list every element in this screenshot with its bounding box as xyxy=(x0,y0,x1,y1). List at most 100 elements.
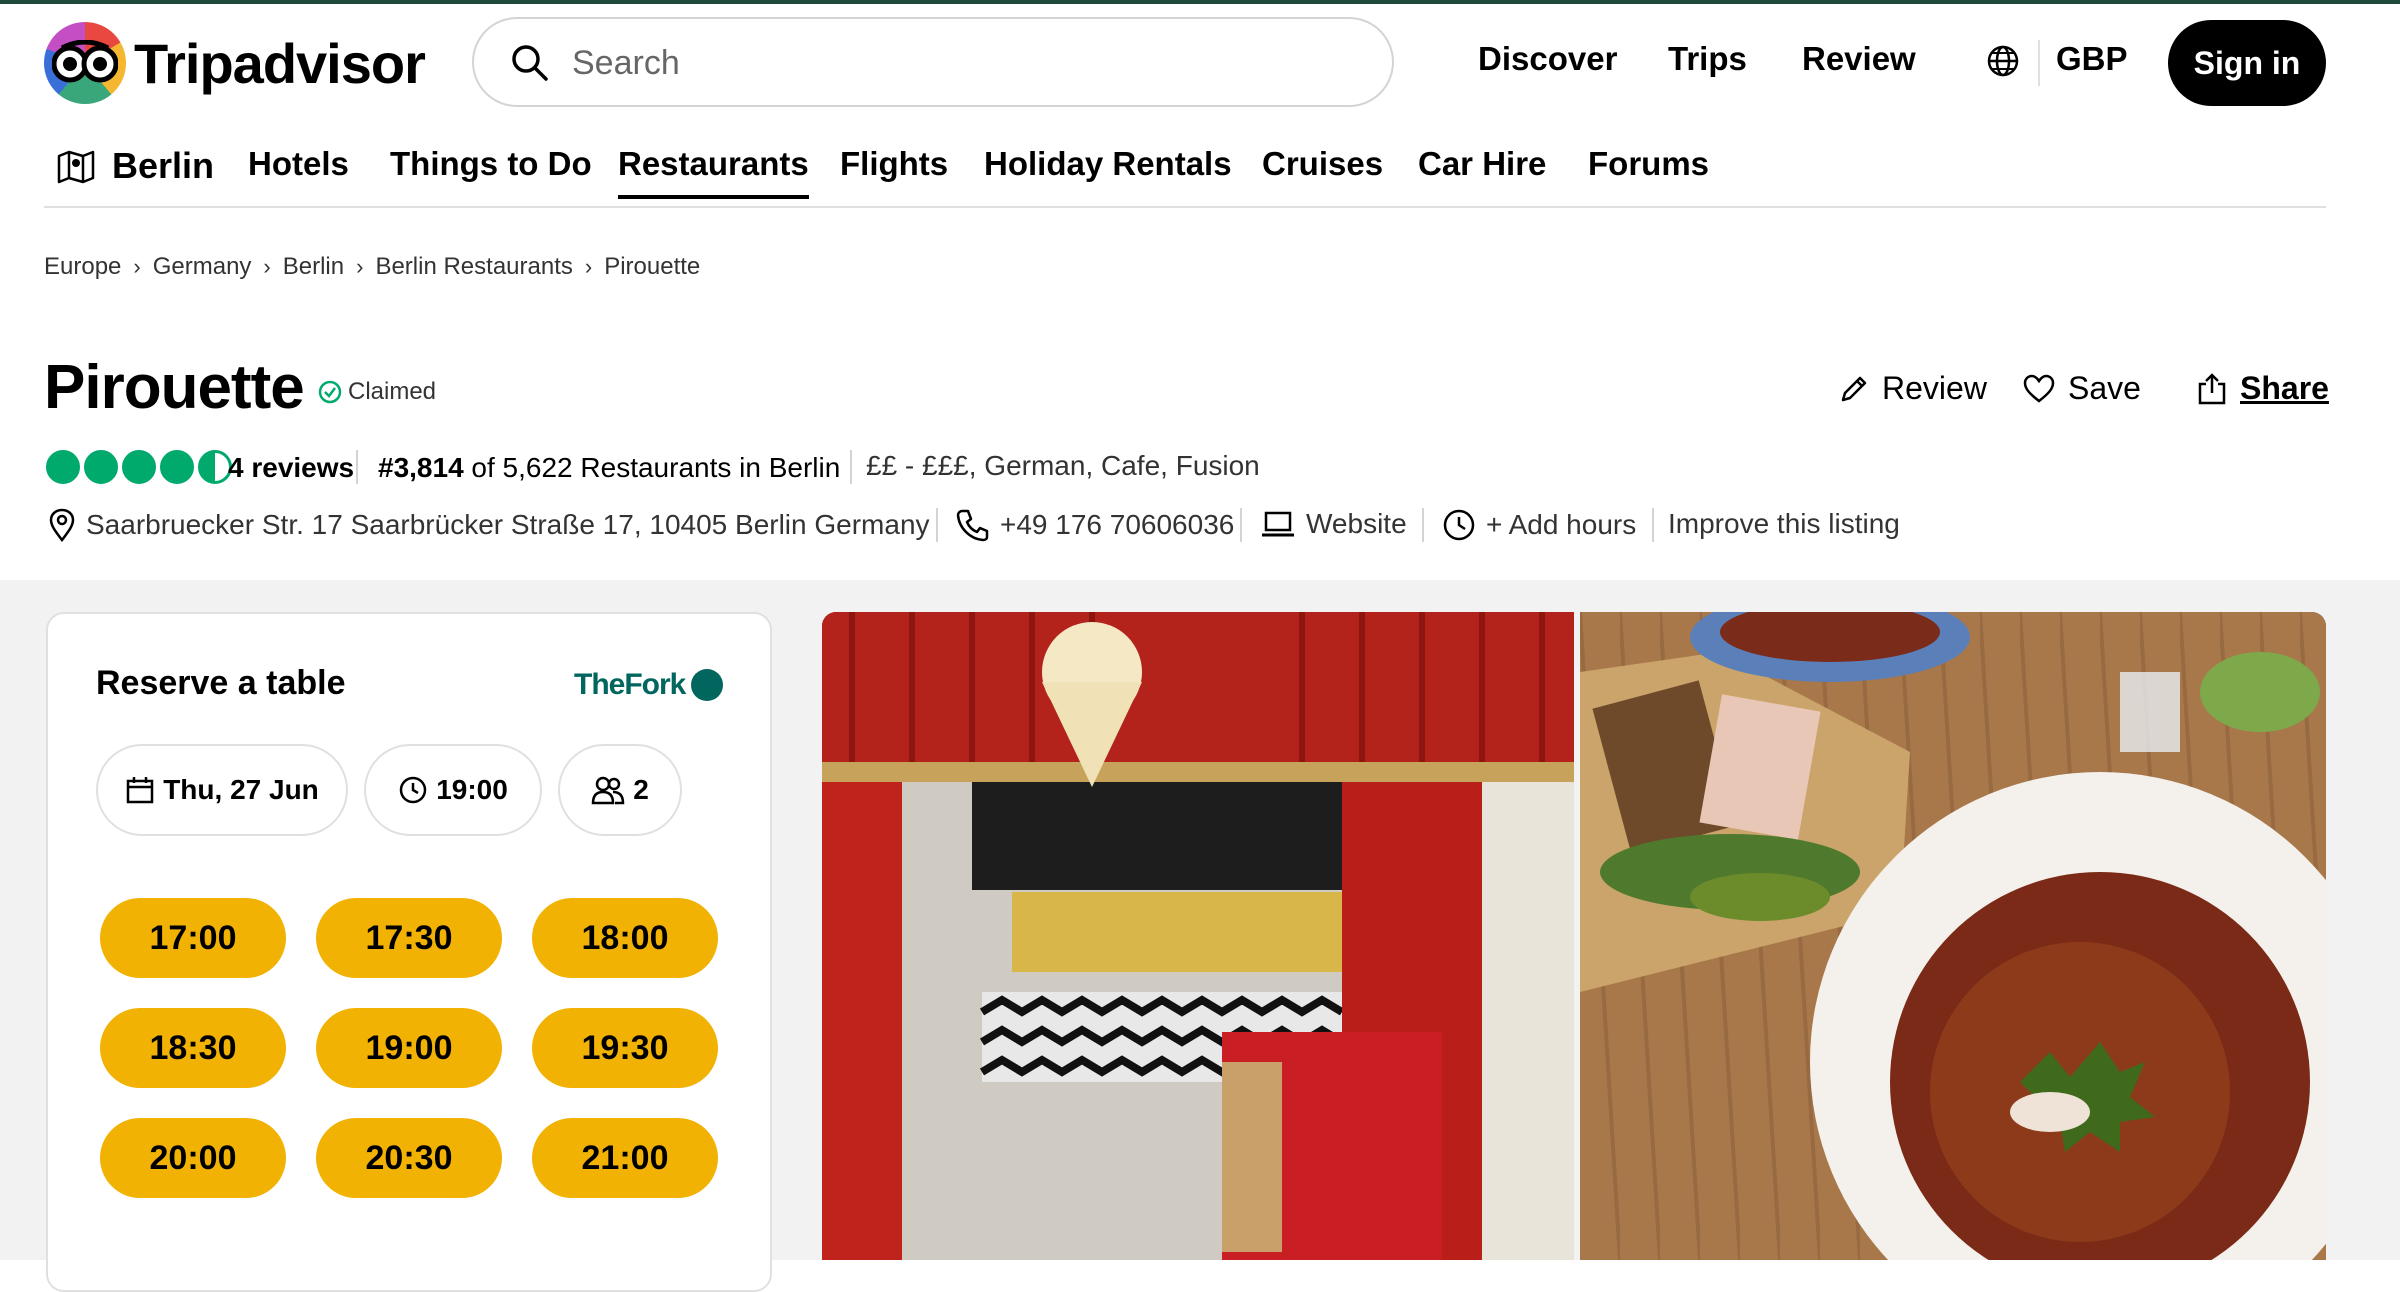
search-bar[interactable] xyxy=(472,17,1394,107)
chevron-right-icon: › xyxy=(356,254,364,279)
time-slot-button[interactable]: 19:00 xyxy=(316,1008,502,1088)
globe-icon[interactable] xyxy=(1986,44,2020,78)
claimed-label: Claimed xyxy=(348,378,437,405)
laptop-icon xyxy=(1262,511,1294,537)
nav-discover[interactable]: Discover xyxy=(1478,40,1617,78)
guests-value: 2 xyxy=(633,774,649,805)
rating-bubble xyxy=(122,450,156,484)
breadcrumb: Europe › Germany › Berlin › Berlin Resta… xyxy=(44,253,700,281)
city-label: Berlin xyxy=(112,145,215,186)
people-icon xyxy=(591,776,625,805)
clock-icon xyxy=(1443,509,1475,541)
add-hours-link[interactable]: + Add hours xyxy=(1442,508,1636,542)
header-divider xyxy=(2038,40,2040,86)
reviews-count[interactable]: 4 reviews xyxy=(228,452,354,484)
reserve-title: Reserve a table xyxy=(96,664,346,702)
search-input[interactable] xyxy=(570,37,1354,89)
secondary-nav-city[interactable]: Berlin xyxy=(56,145,214,187)
nav-car-hire[interactable]: Car Hire xyxy=(1418,145,1546,183)
time-slot-button[interactable]: 20:00 xyxy=(100,1118,286,1198)
nav-flights[interactable]: Flights xyxy=(840,145,948,183)
date-value: Thu, 27 Jun xyxy=(163,774,319,805)
breadcrumb-germany[interactable]: Germany xyxy=(153,253,252,281)
chevron-right-icon: › xyxy=(263,254,271,279)
date-selector[interactable]: Thu, 27 Jun xyxy=(96,744,348,836)
fork-icon xyxy=(691,669,724,701)
rating-bubble-half xyxy=(198,450,232,484)
divider xyxy=(356,450,358,484)
top-accent-line xyxy=(0,0,2400,4)
share-action-label: Share xyxy=(2240,370,2329,406)
time-slot-button[interactable]: 20:30 xyxy=(316,1118,502,1198)
rank-number: #3,814 xyxy=(378,452,464,483)
page-title: Pirouette xyxy=(44,353,305,422)
map-icon xyxy=(57,150,95,184)
claimed-badge: Claimed xyxy=(318,378,436,406)
nav-hotels[interactable]: Hotels xyxy=(248,145,349,183)
nav-cruises[interactable]: Cruises xyxy=(1262,145,1383,183)
website-link[interactable]: Website xyxy=(1260,508,1407,540)
nav-review[interactable]: Review xyxy=(1802,40,1916,78)
breadcrumb-berlin-restaurants[interactable]: Berlin Restaurants xyxy=(375,253,572,281)
owl-logo-icon xyxy=(44,22,126,104)
food-photo[interactable] xyxy=(1580,612,2326,1260)
improve-listing-link[interactable]: Improve this listing xyxy=(1668,508,1900,540)
pencil-icon xyxy=(1841,376,1867,401)
website-text: Website xyxy=(1306,508,1407,539)
ranking[interactable]: #3,814 of 5,622 Restaurants in Berlin xyxy=(378,452,840,484)
search-icon xyxy=(512,45,548,81)
thefork-logo: TheFork xyxy=(574,668,724,702)
heart-icon xyxy=(2023,374,2055,403)
nav-restaurants[interactable]: Restaurants xyxy=(618,145,809,199)
phone-icon xyxy=(956,509,989,542)
share-icon xyxy=(2198,372,2226,404)
divider xyxy=(1422,508,1424,542)
address-text: Saarbruecker Str. 17 Saarbrücker Straße … xyxy=(86,509,930,540)
time-slot-button[interactable]: 18:30 xyxy=(100,1008,286,1088)
share-action[interactable]: Share xyxy=(2196,370,2329,407)
chevron-right-icon: › xyxy=(133,254,141,279)
time-slot-button[interactable]: 17:30 xyxy=(316,898,502,978)
cuisine-info: ££ - £££, German, Cafe, Fusion xyxy=(866,450,1260,481)
review-action[interactable]: Review xyxy=(1838,370,1987,407)
rating-bubble xyxy=(46,450,80,484)
brand-name: Tripadvisor xyxy=(134,31,426,95)
phone-link[interactable]: +49 176 70606036 xyxy=(956,508,1234,542)
reserve-table-card: Reserve a table TheFork Thu, 27 Jun 19:0… xyxy=(46,612,772,1292)
address-link[interactable]: Saarbruecker Str. 17 Saarbrücker Straße … xyxy=(48,508,930,542)
time-slot-button[interactable]: 17:00 xyxy=(100,898,286,978)
guests-selector[interactable]: 2 xyxy=(558,744,682,836)
phone-text: +49 176 70606036 xyxy=(1000,509,1235,540)
tripadvisor-logo[interactable]: Tripadvisor xyxy=(44,22,426,104)
save-action-label: Save xyxy=(2068,370,2141,406)
location-pin-icon xyxy=(49,508,75,542)
time-selector[interactable]: 19:00 xyxy=(364,744,542,836)
save-action[interactable]: Save xyxy=(2022,370,2141,407)
divider xyxy=(936,508,938,542)
time-slot-button[interactable]: 19:30 xyxy=(532,1008,718,1088)
breadcrumb-current: Pirouette xyxy=(604,253,701,280)
check-badge-icon xyxy=(318,380,342,404)
nav-trips[interactable]: Trips xyxy=(1668,40,1747,78)
nav-divider xyxy=(44,206,2326,208)
rating-bubbles xyxy=(46,450,236,484)
time-value: 19:00 xyxy=(436,774,508,805)
rating-bubble xyxy=(160,450,194,484)
divider xyxy=(1240,508,1242,542)
nav-holiday-rentals[interactable]: Holiday Rentals xyxy=(984,145,1232,183)
currency-selector[interactable]: GBP xyxy=(2056,40,2128,78)
rating-bubble xyxy=(84,450,118,484)
restaurant-interior-photo[interactable] xyxy=(822,612,1574,1260)
divider xyxy=(850,450,852,484)
time-slot-button[interactable]: 18:00 xyxy=(532,898,718,978)
nav-things-to-do[interactable]: Things to Do xyxy=(390,145,592,183)
divider xyxy=(1652,508,1654,542)
time-slot-button[interactable]: 21:00 xyxy=(532,1118,718,1198)
sign-in-button[interactable]: Sign in xyxy=(2168,20,2326,106)
review-action-label: Review xyxy=(1882,370,1987,406)
clock-icon xyxy=(399,776,427,804)
breadcrumb-berlin[interactable]: Berlin xyxy=(283,253,344,281)
nav-forums[interactable]: Forums xyxy=(1588,145,1709,183)
improve-listing-text: Improve this listing xyxy=(1668,508,1900,539)
breadcrumb-europe[interactable]: Europe xyxy=(44,253,121,281)
